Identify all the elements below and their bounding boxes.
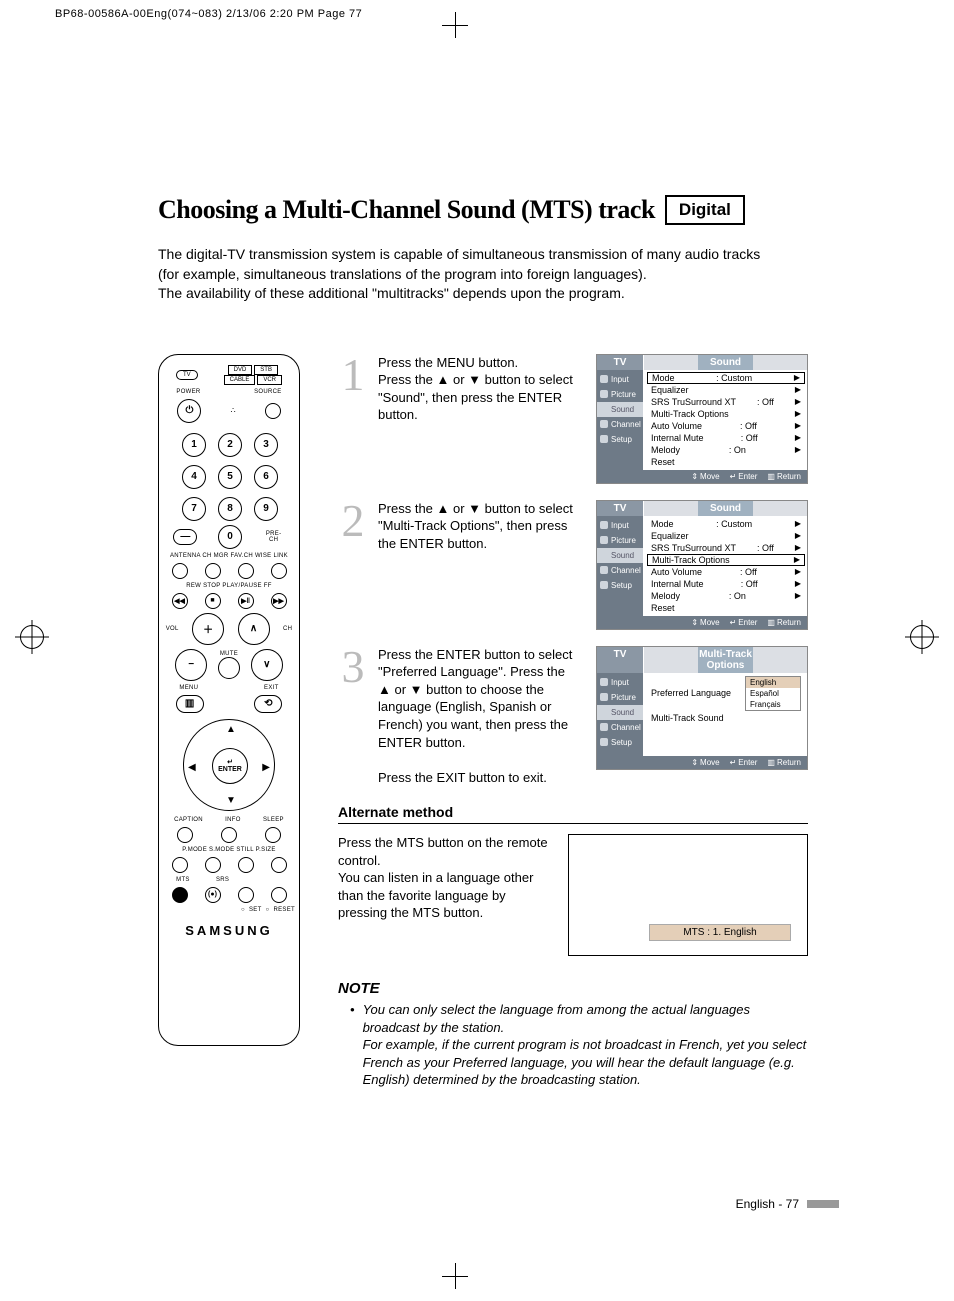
alternate-method-heading: Alternate method (338, 804, 808, 824)
step-1: 1 Press the MENU button. Press the ▲ or … (338, 354, 808, 484)
page-title: Choosing a Multi-Channel Sound (MTS) tra… (158, 195, 655, 225)
osd-mto: TVMulti-Track Options InputPictureSoundC… (596, 646, 808, 770)
step-3: 3 Press the ENTER button to select "Pref… (338, 646, 808, 786)
alternate-method-body: Press the MTS button on the remote contr… (338, 834, 550, 956)
remote-control-diagram: TV DVD STB CABLE VCR POWERSOURCE ⏻∴ 123 … (158, 354, 300, 1046)
crop-mark-top (455, 12, 456, 38)
crop-mark-bottom (455, 1263, 456, 1289)
step-2: 2 Press the ▲ or ▼ button to select "Mul… (338, 500, 808, 630)
intro-text: The digital-TV transmission system is ca… (158, 245, 808, 304)
osd-sound-2: TVSound InputPictureSoundChannelSetup Mo… (596, 500, 808, 630)
page-footer: English - 77 (736, 1197, 839, 1211)
mts-popup: MTS : 1. English (568, 834, 808, 956)
registration-mark-right (910, 625, 934, 649)
note-heading: NOTE (338, 980, 808, 997)
registration-mark-left (20, 625, 44, 649)
note-body: • You can only select the language from … (338, 1001, 808, 1089)
osd-sound-1: TVSound InputPictureSoundChannelSetup Mo… (596, 354, 808, 484)
pdf-header: BP68-00586A-00Eng(074~083) 2/13/06 2:20 … (55, 8, 362, 20)
digital-badge: Digital (665, 195, 745, 225)
